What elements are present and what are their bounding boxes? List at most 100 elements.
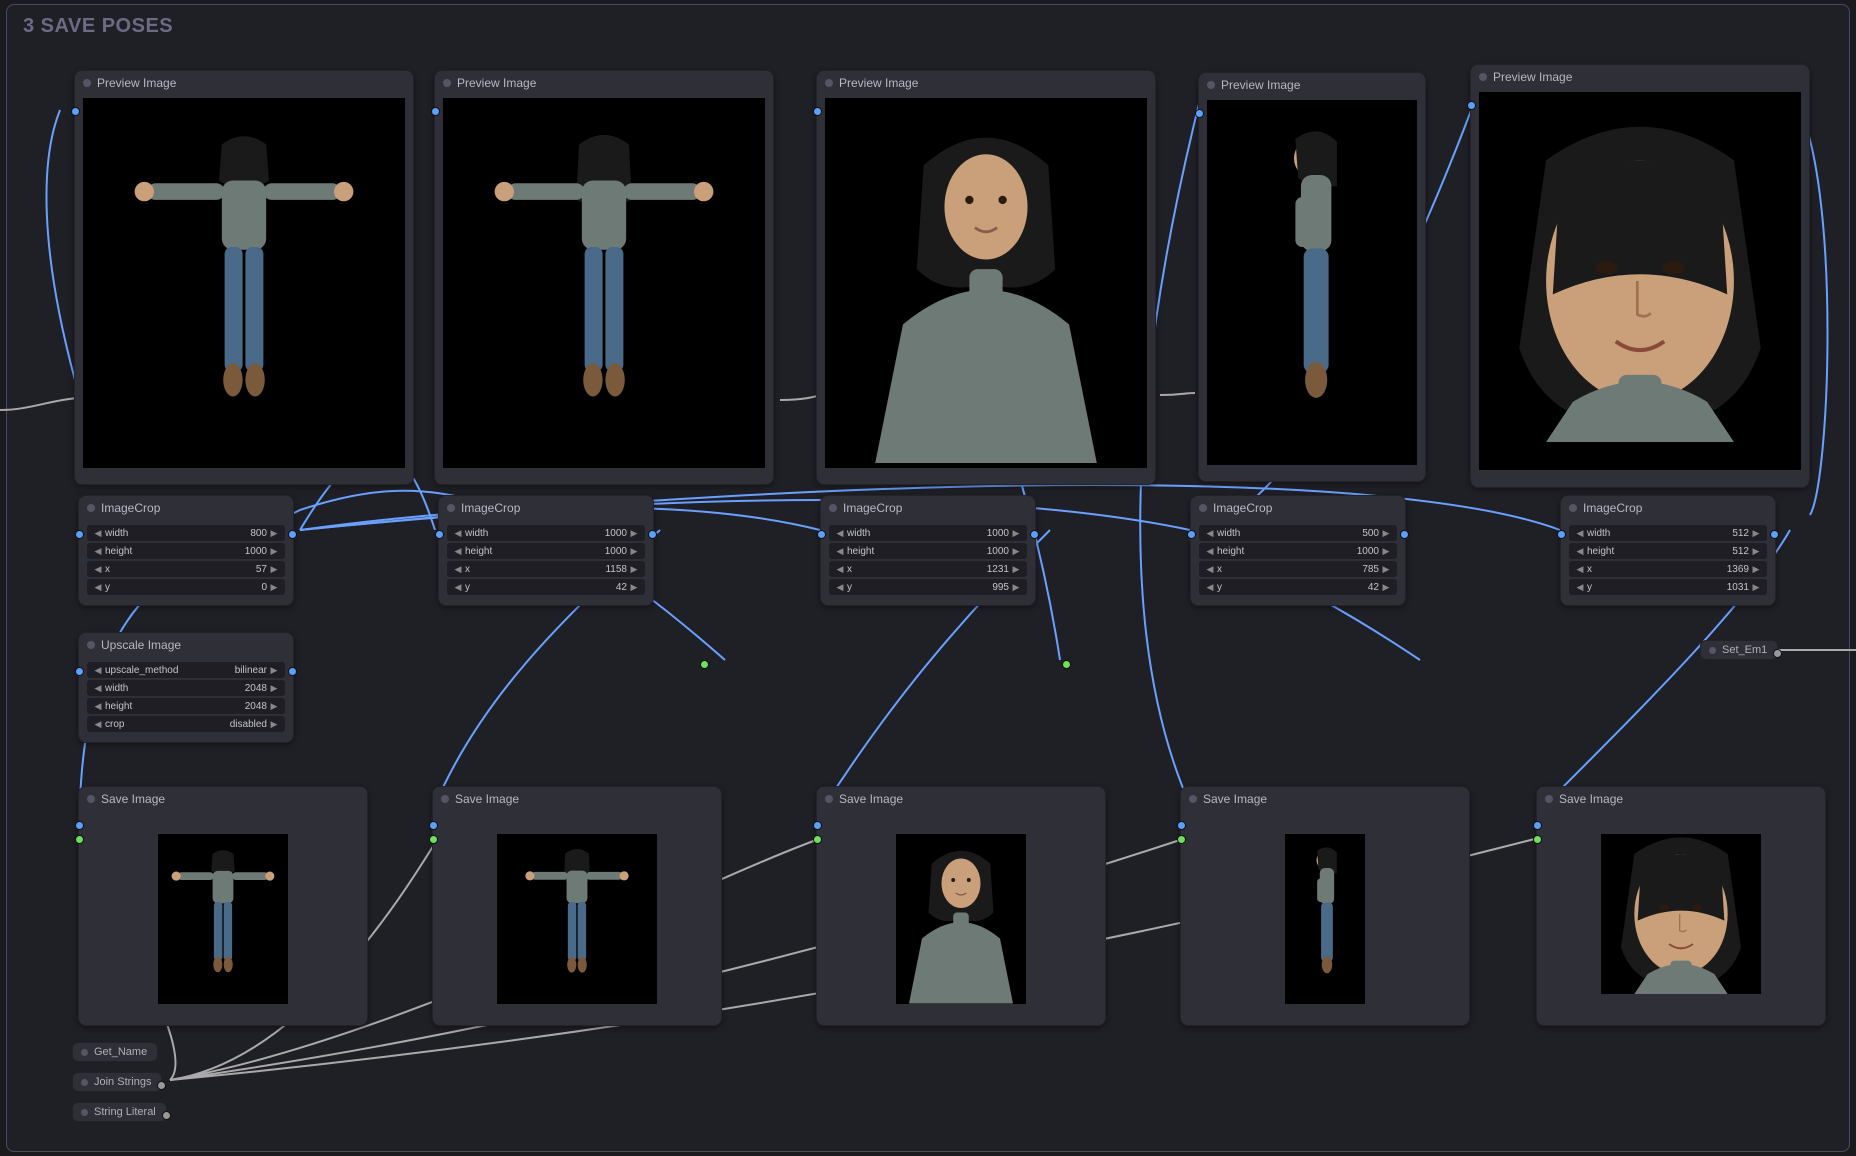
reroute-port[interactable] xyxy=(700,660,709,669)
widget-width[interactable]: ◀width500▶ xyxy=(1199,525,1397,541)
increment-icon[interactable]: ▶ xyxy=(269,546,279,557)
node-title: Save Image xyxy=(1559,792,1623,806)
widget-height[interactable]: ◀height1000▶ xyxy=(829,543,1027,559)
node-title: Preview Image xyxy=(1493,70,1572,84)
decrement-icon[interactable]: ◀ xyxy=(93,564,103,575)
node-title: Get_Name xyxy=(94,1046,147,1058)
imagecrop-node-4[interactable]: ImageCrop ◀width500▶ ◀height1000▶ ◀x785▶… xyxy=(1190,495,1406,606)
increment-icon[interactable]: ▶ xyxy=(269,582,279,593)
input-port[interactable] xyxy=(1187,530,1196,539)
input-port[interactable] xyxy=(817,530,826,539)
group-title: 3 SAVE POSES xyxy=(23,15,173,38)
input-port[interactable] xyxy=(429,821,438,830)
string-literal-node[interactable]: String Literal xyxy=(72,1102,167,1122)
upscale-image-node[interactable]: Upscale Image ◀upscale_methodbilinear▶ ◀… xyxy=(78,632,294,743)
output-port[interactable] xyxy=(288,530,297,539)
decrement-icon[interactable]: ◀ xyxy=(93,528,103,539)
widget-height[interactable]: ◀height2048▶ xyxy=(87,698,285,714)
widget-x[interactable]: ◀x1231▶ xyxy=(829,561,1027,577)
node-title: Save Image xyxy=(101,792,165,806)
node-title: ImageCrop xyxy=(1213,501,1272,515)
node-title: Preview Image xyxy=(97,76,176,90)
widget-width[interactable]: ◀width800▶ xyxy=(87,525,285,541)
imagecrop-node-1[interactable]: ImageCrop ◀width800▶ ◀height1000▶ ◀x57▶ … xyxy=(78,495,294,606)
node-title: Join Strings xyxy=(94,1076,151,1088)
node-title: Preview Image xyxy=(457,76,536,90)
preview-image-node-4[interactable]: Preview Image xyxy=(1198,72,1426,482)
input-port[interactable] xyxy=(75,821,84,830)
input-port[interactable] xyxy=(813,835,822,844)
input-port[interactable] xyxy=(1177,835,1186,844)
input-port[interactable] xyxy=(1533,835,1542,844)
input-port[interactable] xyxy=(1557,530,1566,539)
widget-width[interactable]: ◀width1000▶ xyxy=(447,525,645,541)
imagecrop-node-3[interactable]: ImageCrop ◀width1000▶ ◀height1000▶ ◀x123… xyxy=(820,495,1036,606)
widget-x[interactable]: ◀x1158▶ xyxy=(447,561,645,577)
widget-x[interactable]: ◀x57▶ xyxy=(87,561,285,577)
preview-image-node-1[interactable]: Preview Image xyxy=(74,70,414,485)
input-port[interactable] xyxy=(1177,821,1186,830)
widget-width[interactable]: ◀width1000▶ xyxy=(829,525,1027,541)
widget-y[interactable]: ◀y0▶ xyxy=(87,579,285,595)
node-title: Preview Image xyxy=(1221,78,1300,92)
save-image-node-4[interactable]: Save Image xyxy=(1180,786,1470,1026)
input-port[interactable] xyxy=(75,667,84,676)
widget-x[interactable]: ◀x1369▶ xyxy=(1569,561,1767,577)
reroute-port[interactable] xyxy=(1062,660,1071,669)
preview-image-node-2[interactable]: Preview Image xyxy=(434,70,774,485)
input-port[interactable] xyxy=(813,821,822,830)
output-port[interactable] xyxy=(648,530,657,539)
save-image-node-5[interactable]: Save Image xyxy=(1536,786,1826,1026)
output-port[interactable] xyxy=(1400,530,1409,539)
imagecrop-node-2[interactable]: ImageCrop ◀width1000▶ ◀height1000▶ ◀x115… xyxy=(438,495,654,606)
node-title: Save Image xyxy=(455,792,519,806)
input-port[interactable] xyxy=(431,107,440,116)
input-port[interactable] xyxy=(1467,101,1476,110)
node-title: Save Image xyxy=(1203,792,1267,806)
node-canvas[interactable]: 3 SAVE POSES xyxy=(0,0,1856,1156)
node-title: Set_Em1 xyxy=(1722,644,1767,656)
input-port[interactable] xyxy=(71,107,80,116)
set-em1-node[interactable]: Set_Em1 xyxy=(1700,640,1778,660)
widget-height[interactable]: ◀height1000▶ xyxy=(447,543,645,559)
preview-image-node-3[interactable]: Preview Image xyxy=(816,70,1156,485)
output-port[interactable] xyxy=(1770,530,1779,539)
node-title: ImageCrop xyxy=(1583,501,1642,515)
input-port[interactable] xyxy=(75,835,84,844)
save-image-node-2[interactable]: Save Image xyxy=(432,786,722,1026)
widget-height[interactable]: ◀height1000▶ xyxy=(87,543,285,559)
imagecrop-node-5[interactable]: ImageCrop ◀width512▶ ◀height512▶ ◀x1369▶… xyxy=(1560,495,1776,606)
node-title: ImageCrop xyxy=(843,501,902,515)
increment-icon[interactable]: ▶ xyxy=(269,564,279,575)
widget-width[interactable]: ◀width2048▶ xyxy=(87,680,285,696)
widget-y[interactable]: ◀y995▶ xyxy=(829,579,1027,595)
increment-icon[interactable]: ▶ xyxy=(269,528,279,539)
preview-image-node-5[interactable]: Preview Image xyxy=(1470,64,1810,488)
output-port[interactable] xyxy=(162,1111,171,1120)
widget-y[interactable]: ◀y42▶ xyxy=(447,579,645,595)
decrement-icon[interactable]: ◀ xyxy=(93,546,103,557)
output-port[interactable] xyxy=(1030,530,1039,539)
output-port[interactable] xyxy=(288,667,297,676)
input-port[interactable] xyxy=(75,530,84,539)
widget-y[interactable]: ◀y42▶ xyxy=(1199,579,1397,595)
get-name-node[interactable]: Get_Name xyxy=(72,1042,158,1062)
input-port[interactable] xyxy=(429,835,438,844)
widget-height[interactable]: ◀height1000▶ xyxy=(1199,543,1397,559)
widget-y[interactable]: ◀y1031▶ xyxy=(1569,579,1767,595)
widget-width[interactable]: ◀width512▶ xyxy=(1569,525,1767,541)
save-image-node-1[interactable]: Save Image xyxy=(78,786,368,1026)
input-port[interactable] xyxy=(1195,109,1204,118)
save-image-node-3[interactable]: Save Image xyxy=(816,786,1106,1026)
join-strings-node[interactable]: Join Strings xyxy=(72,1072,162,1092)
input-port[interactable] xyxy=(1533,821,1542,830)
widget-upscale-method[interactable]: ◀upscale_methodbilinear▶ xyxy=(87,662,285,678)
decrement-icon[interactable]: ◀ xyxy=(93,582,103,593)
widget-x[interactable]: ◀x785▶ xyxy=(1199,561,1397,577)
input-port[interactable] xyxy=(813,107,822,116)
node-title: Preview Image xyxy=(839,76,918,90)
widget-height[interactable]: ◀height512▶ xyxy=(1569,543,1767,559)
input-port[interactable] xyxy=(435,530,444,539)
widget-crop[interactable]: ◀cropdisabled▶ xyxy=(87,716,285,732)
node-title: String Literal xyxy=(94,1106,156,1118)
